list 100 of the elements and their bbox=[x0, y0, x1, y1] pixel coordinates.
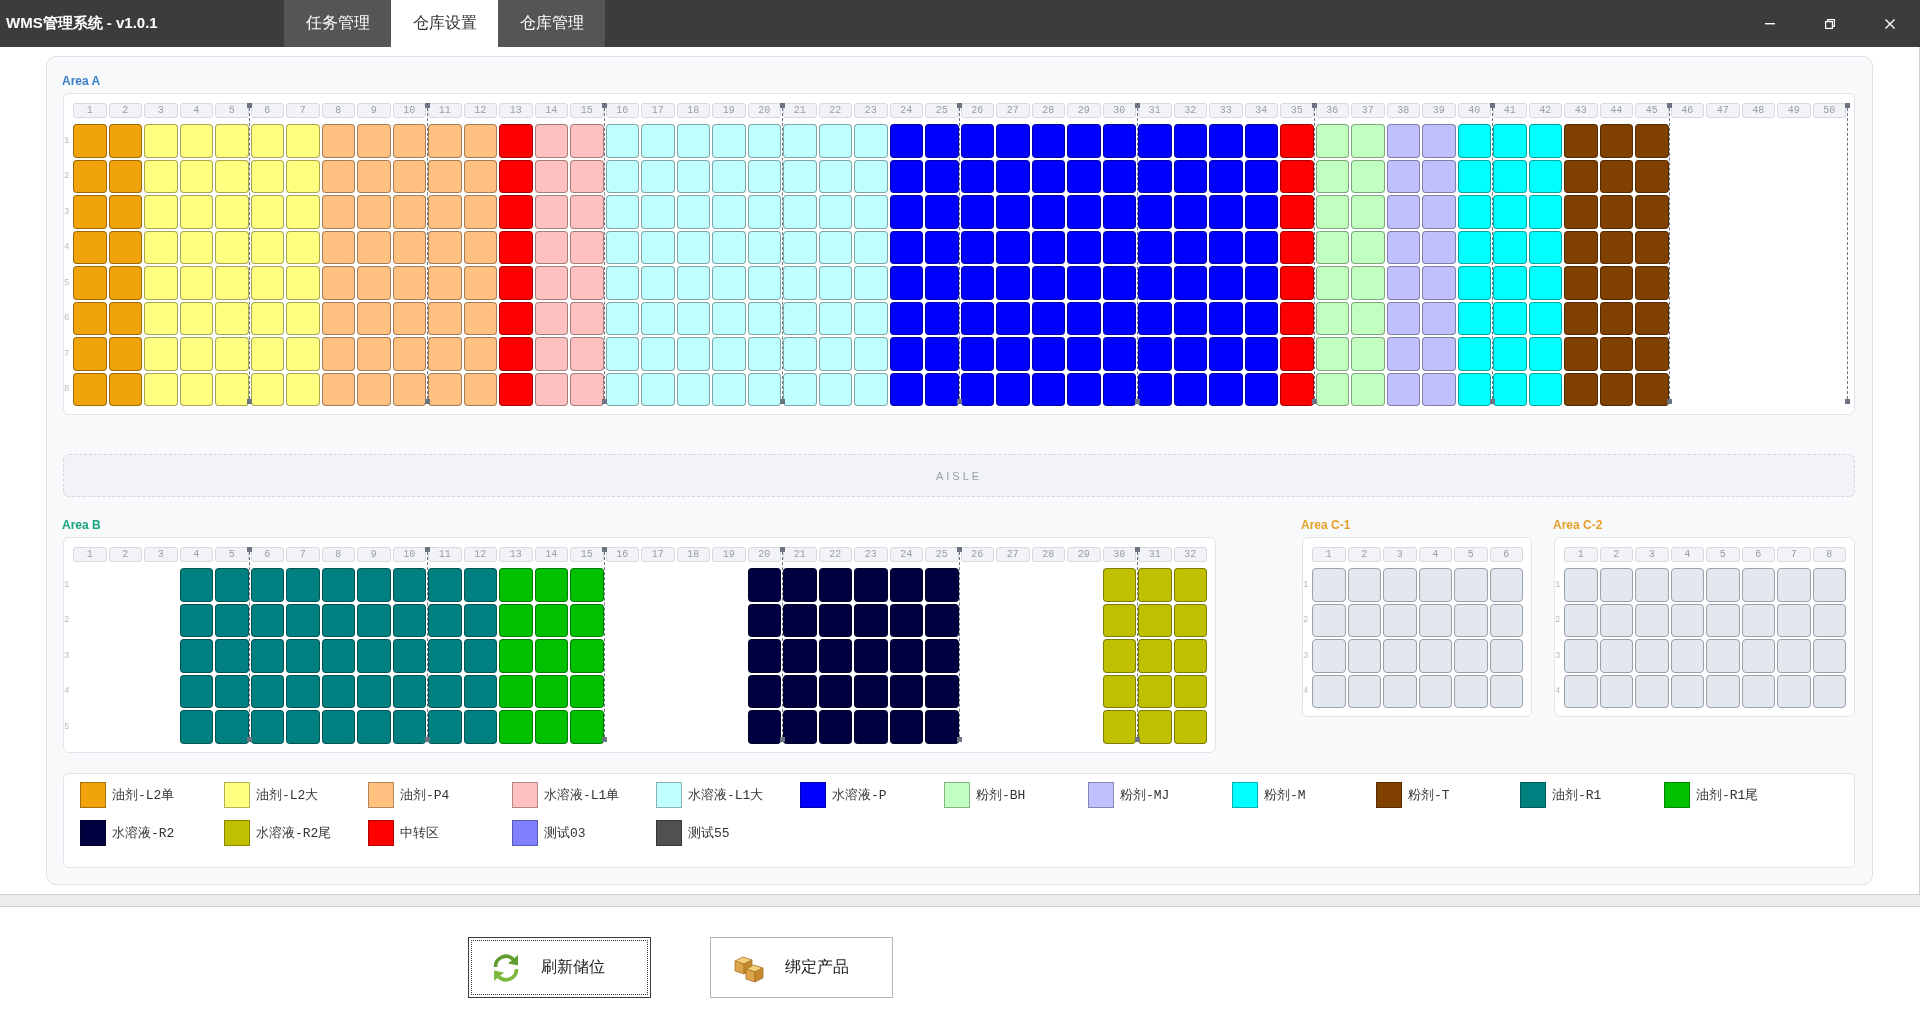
column-header: 4 bbox=[179, 103, 213, 118]
column-header: 22 bbox=[818, 547, 852, 562]
column-header: 4 bbox=[1670, 547, 1704, 562]
area-title: Area C-2 bbox=[1553, 518, 1603, 533]
column-header: 2 bbox=[1599, 547, 1633, 562]
column-header: 12 bbox=[463, 103, 497, 118]
legend-label: 油剂-R1尾 bbox=[1696, 786, 1759, 804]
row-number: 3 bbox=[1303, 650, 1309, 661]
tab[interactable]: 仓库设置 bbox=[391, 0, 498, 47]
column-header: 30 bbox=[1102, 103, 1136, 118]
column-header: 50 bbox=[1812, 103, 1846, 118]
column-header: 29 bbox=[1067, 103, 1101, 118]
legend-label: 油剂-L2单 bbox=[112, 786, 175, 804]
column-header: 8 bbox=[321, 547, 355, 562]
column-header: 45 bbox=[1635, 103, 1669, 118]
column-header: 9 bbox=[357, 103, 391, 118]
row-number: 3 bbox=[1555, 650, 1561, 661]
column-header: 14 bbox=[534, 547, 568, 562]
close-icon bbox=[1885, 18, 1895, 29]
row-number: 3 bbox=[64, 206, 70, 217]
column-header: 21 bbox=[783, 547, 817, 562]
column-header: 3 bbox=[1383, 547, 1417, 562]
legend-label: 水溶液-L1单 bbox=[544, 786, 620, 804]
column-header: 6 bbox=[250, 547, 284, 562]
row-number: 4 bbox=[1303, 686, 1309, 697]
tab[interactable]: 任务管理 bbox=[284, 0, 391, 47]
minimize-icon bbox=[1765, 22, 1775, 25]
column-header: 8 bbox=[321, 103, 355, 118]
column-header: 35 bbox=[1280, 103, 1314, 118]
column-header: 28 bbox=[1031, 103, 1065, 118]
column-header: 46 bbox=[1670, 103, 1704, 118]
column-header: 10 bbox=[392, 103, 426, 118]
legend-label: 粉剂-M bbox=[1264, 786, 1306, 804]
column-header: 13 bbox=[499, 103, 533, 118]
legend-label: 油剂-R1 bbox=[1552, 786, 1602, 804]
column-header: 33 bbox=[1209, 103, 1243, 118]
column-header: 2 bbox=[108, 547, 142, 562]
column-header: 5 bbox=[1706, 547, 1740, 562]
column-header: 6 bbox=[1741, 547, 1775, 562]
column-header: 4 bbox=[1418, 547, 1452, 562]
column-header: 47 bbox=[1706, 103, 1740, 118]
column-header: 27 bbox=[996, 547, 1030, 562]
legend-label: 油剂-P4 bbox=[400, 786, 450, 804]
legend-label: 水溶液-L1大 bbox=[688, 786, 764, 804]
column-header: 2 bbox=[1347, 547, 1381, 562]
column-header: 13 bbox=[499, 547, 533, 562]
column-header: 3 bbox=[144, 103, 178, 118]
bind-product-button[interactable]: 绑定产品 bbox=[710, 937, 893, 998]
row-number: 4 bbox=[64, 242, 70, 253]
column-header: 30 bbox=[1102, 547, 1136, 562]
column-header: 27 bbox=[996, 103, 1030, 118]
legend-label: 测试03 bbox=[544, 824, 586, 842]
column-header: 19 bbox=[712, 547, 746, 562]
column-header: 1 bbox=[1312, 547, 1346, 562]
column-header: 42 bbox=[1528, 103, 1562, 118]
column-header: 4 bbox=[179, 547, 213, 562]
row-number: 3 bbox=[64, 650, 70, 661]
column-header: 21 bbox=[783, 103, 817, 118]
column-header: 32 bbox=[1173, 547, 1207, 562]
column-header: 20 bbox=[747, 547, 781, 562]
column-header: 5 bbox=[215, 103, 249, 118]
column-header: 17 bbox=[641, 547, 675, 562]
legend-label: 粉剂-T bbox=[1408, 786, 1450, 804]
area-title: Area C-1 bbox=[1301, 518, 1351, 533]
column-header: 48 bbox=[1741, 103, 1775, 118]
row-number: 2 bbox=[64, 171, 70, 182]
row-number: 1 bbox=[1555, 579, 1561, 590]
column-header: 6 bbox=[1489, 547, 1523, 562]
column-header: 3 bbox=[1635, 547, 1669, 562]
column-header: 32 bbox=[1173, 103, 1207, 118]
column-header: 25 bbox=[925, 547, 959, 562]
column-header: 34 bbox=[1244, 103, 1278, 118]
column-header: 1 bbox=[1564, 547, 1598, 562]
row-number: 1 bbox=[64, 135, 70, 146]
column-header: 36 bbox=[1315, 103, 1349, 118]
row-number: 1 bbox=[64, 579, 70, 590]
column-header: 8 bbox=[1812, 547, 1846, 562]
column-header: 37 bbox=[1351, 103, 1385, 118]
column-header: 11 bbox=[428, 547, 462, 562]
window-title: WMS管理系统 - v1.0.1 bbox=[6, 14, 158, 33]
column-header: 5 bbox=[215, 547, 249, 562]
column-header: 28 bbox=[1031, 547, 1065, 562]
column-header: 23 bbox=[854, 103, 888, 118]
tab[interactable]: 仓库管理 bbox=[498, 0, 605, 47]
column-header: 38 bbox=[1386, 103, 1420, 118]
legend-label: 中转区 bbox=[400, 824, 439, 842]
column-header: 16 bbox=[605, 547, 639, 562]
column-header: 44 bbox=[1599, 103, 1633, 118]
column-header: 11 bbox=[428, 103, 462, 118]
column-header: 16 bbox=[605, 103, 639, 118]
column-header: 43 bbox=[1564, 103, 1598, 118]
refresh-button[interactable]: 刷新储位 bbox=[468, 937, 651, 998]
column-header: 24 bbox=[889, 103, 923, 118]
column-header: 9 bbox=[357, 547, 391, 562]
column-header: 6 bbox=[250, 103, 284, 118]
column-header: 25 bbox=[925, 103, 959, 118]
column-header: 40 bbox=[1457, 103, 1491, 118]
column-header: 2 bbox=[108, 103, 142, 118]
legend-label: 油剂-L2大 bbox=[256, 786, 319, 804]
legend-label: 粉剂-BH bbox=[976, 786, 1026, 804]
